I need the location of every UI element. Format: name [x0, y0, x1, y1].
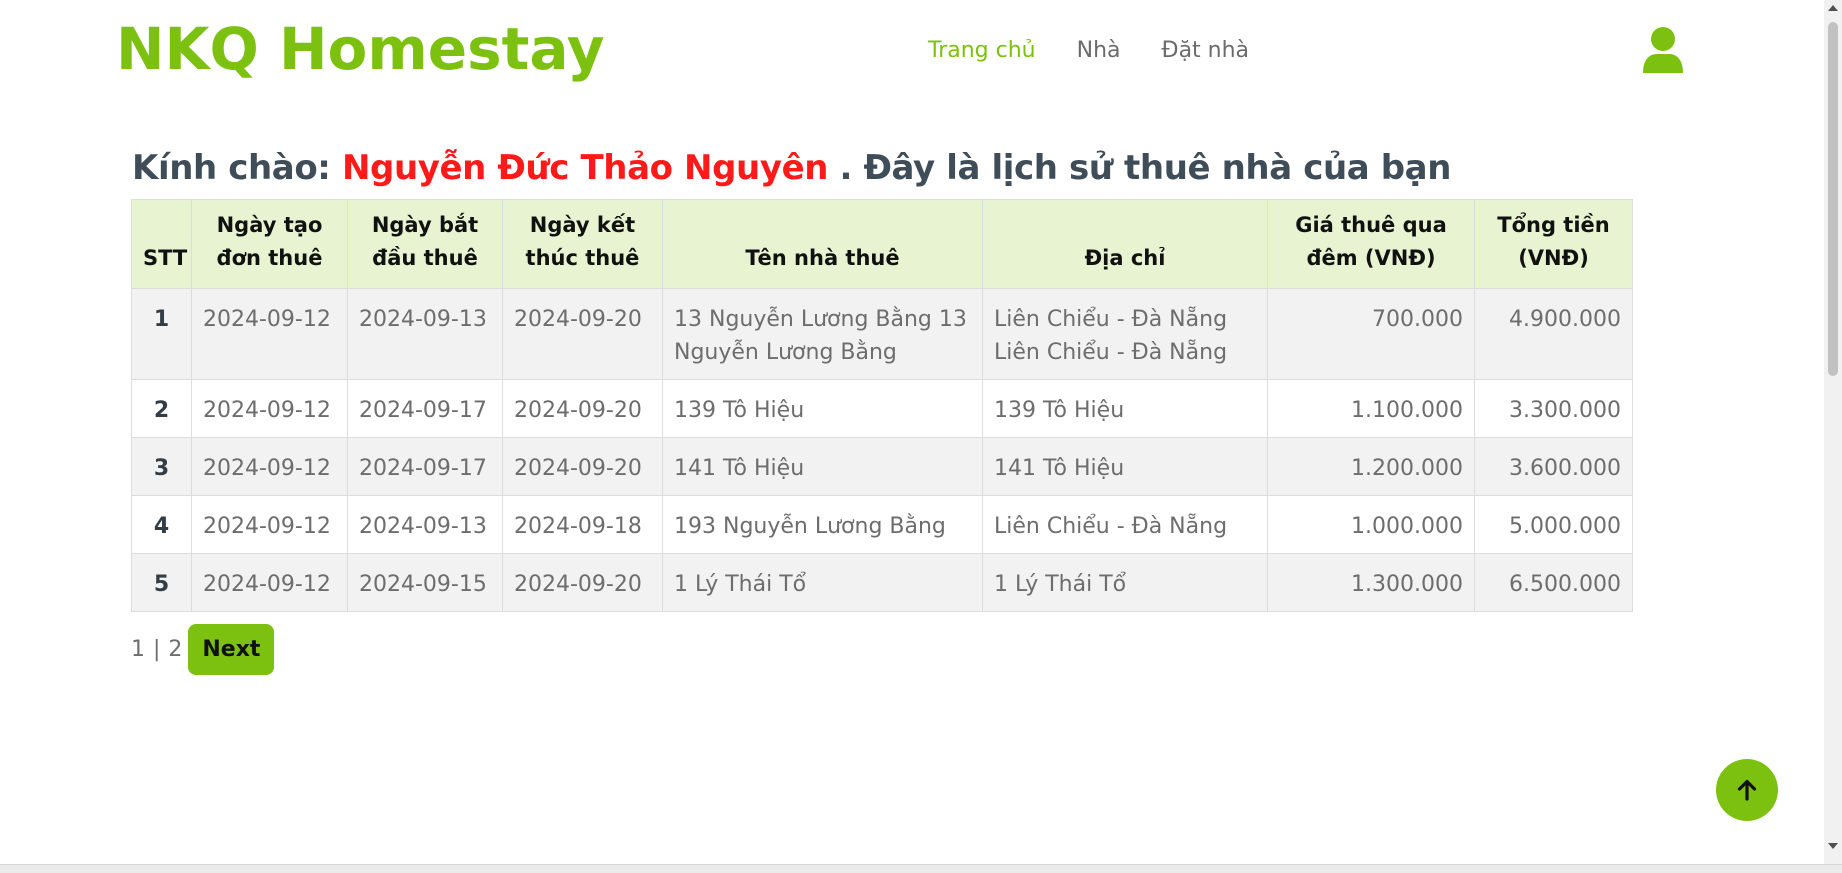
cell-address: Liên Chiểu - Đà Nẵng: [982, 495, 1268, 554]
rental-history-table: STT Ngày tạo đơn thuê Ngày bắt đầu thuê …: [131, 199, 1633, 612]
col-header-end: Ngày kết thúc thuê: [502, 199, 663, 289]
cell-house: 141 Tô Hiệu: [662, 437, 983, 496]
nav-booking[interactable]: Đặt nhà: [1162, 36, 1250, 66]
cell-address: Liên Chiểu - Đà Nẵng Liên Chiểu - Đà Nẵn…: [982, 288, 1268, 380]
greeting: Kính chào: Nguyễn Đức Thảo Nguyên . Đây …: [132, 144, 1451, 192]
next-page-button[interactable]: Next: [188, 624, 275, 675]
cell-address: 139 Tô Hiệu: [982, 379, 1268, 438]
cell-price: 1.200.000: [1267, 437, 1475, 496]
user-icon[interactable]: [1641, 26, 1685, 74]
cell-house: 13 Nguyễn Lương Bằng 13 Nguyễn Lương Bằn…: [662, 288, 983, 380]
cell-end: 2024-09-20: [502, 437, 663, 496]
back-to-top-button[interactable]: [1716, 759, 1778, 821]
scroll-up-arrow-icon[interactable]: [1828, 5, 1838, 11]
cell-start: 2024-09-13: [347, 288, 503, 380]
cell-house: 193 Nguyễn Lương Bằng: [662, 495, 983, 554]
cell-created: 2024-09-12: [191, 437, 348, 496]
col-header-address: Địa chỉ: [982, 199, 1268, 289]
table-row: 4 2024-09-12 2024-09-13 2024-09-18 193 N…: [131, 495, 1633, 554]
cell-total: 3.300.000: [1474, 379, 1633, 438]
cell-end: 2024-09-20: [502, 288, 663, 380]
vertical-scrollbar[interactable]: [1824, 0, 1842, 864]
cell-price: 700.000: [1267, 288, 1475, 380]
table-header-row: STT Ngày tạo đơn thuê Ngày bắt đầu thuê …: [131, 199, 1633, 289]
arrow-up-icon: [1737, 779, 1757, 801]
col-header-price: Giá thuê qua đêm (VNĐ): [1267, 199, 1475, 289]
cell-total: 3.600.000: [1474, 437, 1633, 496]
nav-houses[interactable]: Nhà: [1077, 36, 1121, 66]
page-link-2[interactable]: 2: [168, 637, 182, 662]
pagination: 1 | 2 Next: [131, 624, 275, 675]
cell-start: 2024-09-17: [347, 437, 503, 496]
col-header-house: Tên nhà thuê: [662, 199, 983, 289]
nav-home[interactable]: Trang chủ: [928, 36, 1036, 66]
col-header-start: Ngày bắt đầu thuê: [347, 199, 503, 289]
cell-address: 141 Tô Hiệu: [982, 437, 1268, 496]
brand-logo[interactable]: NKQ Homestay: [116, 14, 605, 84]
cell-stt: 4: [131, 495, 192, 554]
cell-price: 1.300.000: [1267, 553, 1475, 612]
cell-end: 2024-09-20: [502, 379, 663, 438]
cell-address: 1 Lý Thái Tổ: [982, 553, 1268, 612]
cell-start: 2024-09-17: [347, 379, 503, 438]
cell-created: 2024-09-12: [191, 379, 348, 438]
scroll-thumb[interactable]: [1828, 22, 1838, 376]
cell-created: 2024-09-12: [191, 288, 348, 380]
cell-end: 2024-09-18: [502, 495, 663, 554]
cell-start: 2024-09-13: [347, 495, 503, 554]
greeting-suffix: . Đây là lịch sử thuê nhà của bạn: [828, 148, 1452, 188]
cell-house: 139 Tô Hiệu: [662, 379, 983, 438]
cell-total: 6.500.000: [1474, 553, 1633, 612]
col-header-created: Ngày tạo đơn thuê: [191, 199, 348, 289]
greeting-prefix: Kính chào:: [132, 148, 342, 188]
table-row: 2 2024-09-12 2024-09-17 2024-09-20 139 T…: [131, 379, 1633, 438]
main-nav: Trang chủ Nhà Đặt nhà: [928, 36, 1290, 66]
cell-end: 2024-09-20: [502, 553, 663, 612]
scroll-down-arrow-icon[interactable]: [1828, 843, 1838, 849]
cell-start: 2024-09-15: [347, 553, 503, 612]
cell-stt: 2: [131, 379, 192, 438]
cell-stt: 3: [131, 437, 192, 496]
cell-total: 4.900.000: [1474, 288, 1633, 380]
page-separator: |: [153, 637, 161, 662]
cell-total: 5.000.000: [1474, 495, 1633, 554]
cell-created: 2024-09-12: [191, 495, 348, 554]
cell-stt: 5: [131, 553, 192, 612]
cell-stt: 1: [131, 288, 192, 380]
cell-created: 2024-09-12: [191, 553, 348, 612]
cell-price: 1.100.000: [1267, 379, 1475, 438]
table-row: 5 2024-09-12 2024-09-15 2024-09-20 1 Lý …: [131, 553, 1633, 612]
col-header-stt: STT: [131, 199, 192, 289]
page-link-1[interactable]: 1: [131, 637, 145, 662]
table-row: 3 2024-09-12 2024-09-17 2024-09-20 141 T…: [131, 437, 1633, 496]
col-header-total: Tổng tiền (VNĐ): [1474, 199, 1633, 289]
customer-name: Nguyễn Đức Thảo Nguyên: [341, 148, 829, 188]
cell-house: 1 Lý Thái Tổ: [662, 553, 983, 612]
cell-price: 1.000.000: [1267, 495, 1475, 554]
table-row: 1 2024-09-12 2024-09-13 2024-09-20 13 Ng…: [131, 288, 1633, 380]
